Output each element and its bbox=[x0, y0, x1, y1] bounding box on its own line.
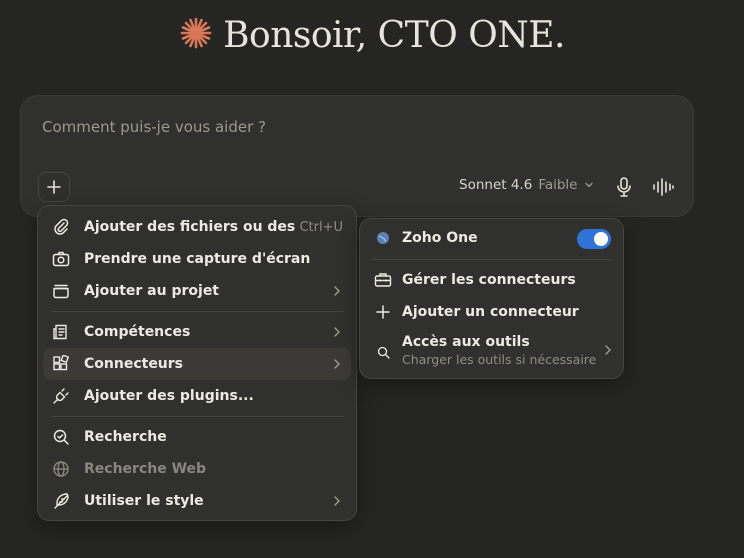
manage-connectors-item[interactable]: Gérer les connecteurs bbox=[365, 269, 618, 291]
chevron-right-icon bbox=[333, 326, 341, 338]
tool-access-description: Charger les outils si nécessaire bbox=[402, 352, 597, 367]
connector-name: Zoho One bbox=[402, 230, 478, 246]
message-input[interactable]: Comment puis-je vous aider ? bbox=[42, 118, 266, 136]
chevron-right-icon bbox=[333, 495, 341, 507]
skills-icon bbox=[51, 322, 71, 342]
chevron-right-icon bbox=[333, 285, 341, 297]
menu-item-web-search[interactable]: Recherche Web bbox=[43, 453, 351, 485]
microphone-button[interactable] bbox=[615, 176, 633, 202]
add-menu: Ajouter des fichiers ou des ... Ctrl+U P… bbox=[37, 205, 357, 521]
menu-item-use-style[interactable]: Utiliser le style bbox=[43, 485, 351, 517]
greeting: Bonsoir, CTO ONE. bbox=[0, 10, 744, 60]
globe-icon bbox=[373, 228, 393, 248]
plug-icon bbox=[51, 386, 71, 406]
menu-separator bbox=[52, 311, 344, 312]
menu-separator bbox=[52, 416, 344, 417]
plus-icon bbox=[373, 302, 393, 322]
camera-icon bbox=[51, 249, 71, 269]
search-icon bbox=[373, 342, 393, 362]
shortcut-label: Ctrl+U bbox=[299, 219, 343, 235]
menu-item-add-files[interactable]: Ajouter des fichiers ou des ... Ctrl+U bbox=[43, 211, 351, 243]
globe-icon bbox=[51, 459, 71, 479]
menu-item-screenshot[interactable]: Prendre une capture d'écran bbox=[43, 243, 351, 275]
folder-icon bbox=[51, 281, 71, 301]
toggle-knob bbox=[594, 232, 608, 246]
menu-item-add-plugins[interactable]: Ajouter des plugins... bbox=[43, 380, 351, 412]
menu-item-research[interactable]: Recherche bbox=[43, 421, 351, 453]
sparkle-icon bbox=[179, 16, 213, 54]
feather-icon bbox=[51, 491, 71, 511]
add-content-button[interactable] bbox=[38, 172, 70, 202]
chevron-right-icon bbox=[333, 358, 341, 370]
model-selector[interactable]: Sonnet 4.6 Faible bbox=[459, 177, 594, 193]
model-name: Sonnet 4.6 bbox=[459, 177, 533, 193]
voice-mode-button[interactable] bbox=[652, 178, 674, 200]
plus-icon bbox=[47, 180, 61, 194]
add-connector-item[interactable]: Ajouter un connecteur bbox=[365, 301, 618, 323]
menu-item-add-to-project[interactable]: Ajouter au projet bbox=[43, 275, 351, 307]
menu-item-connectors[interactable]: Connecteurs bbox=[43, 348, 351, 380]
microphone-icon bbox=[617, 177, 631, 197]
paperclip-icon bbox=[51, 217, 71, 237]
connectors-submenu: Zoho One Gérer les connecteurs Ajouter u… bbox=[359, 218, 624, 379]
connectors-icon bbox=[51, 354, 71, 374]
zoho-one-toggle[interactable] bbox=[577, 229, 611, 249]
toolbox-icon bbox=[373, 270, 393, 290]
research-icon bbox=[51, 427, 71, 447]
menu-separator bbox=[372, 259, 611, 260]
model-effort: Faible bbox=[538, 177, 578, 193]
greeting-title: Bonsoir, CTO ONE. bbox=[223, 14, 565, 56]
chevron-down-icon bbox=[584, 182, 593, 188]
message-composer[interactable]: Comment puis-je vous aider ? Sonnet 4.6 … bbox=[20, 95, 694, 217]
waveform-icon bbox=[653, 178, 674, 196]
tool-access-label: Accès aux outils bbox=[402, 334, 530, 350]
menu-item-skills[interactable]: Compétences bbox=[43, 316, 351, 348]
tool-access-item[interactable]: Accès aux outils Charger les outils si n… bbox=[365, 334, 618, 370]
chevron-right-icon bbox=[604, 344, 612, 360]
